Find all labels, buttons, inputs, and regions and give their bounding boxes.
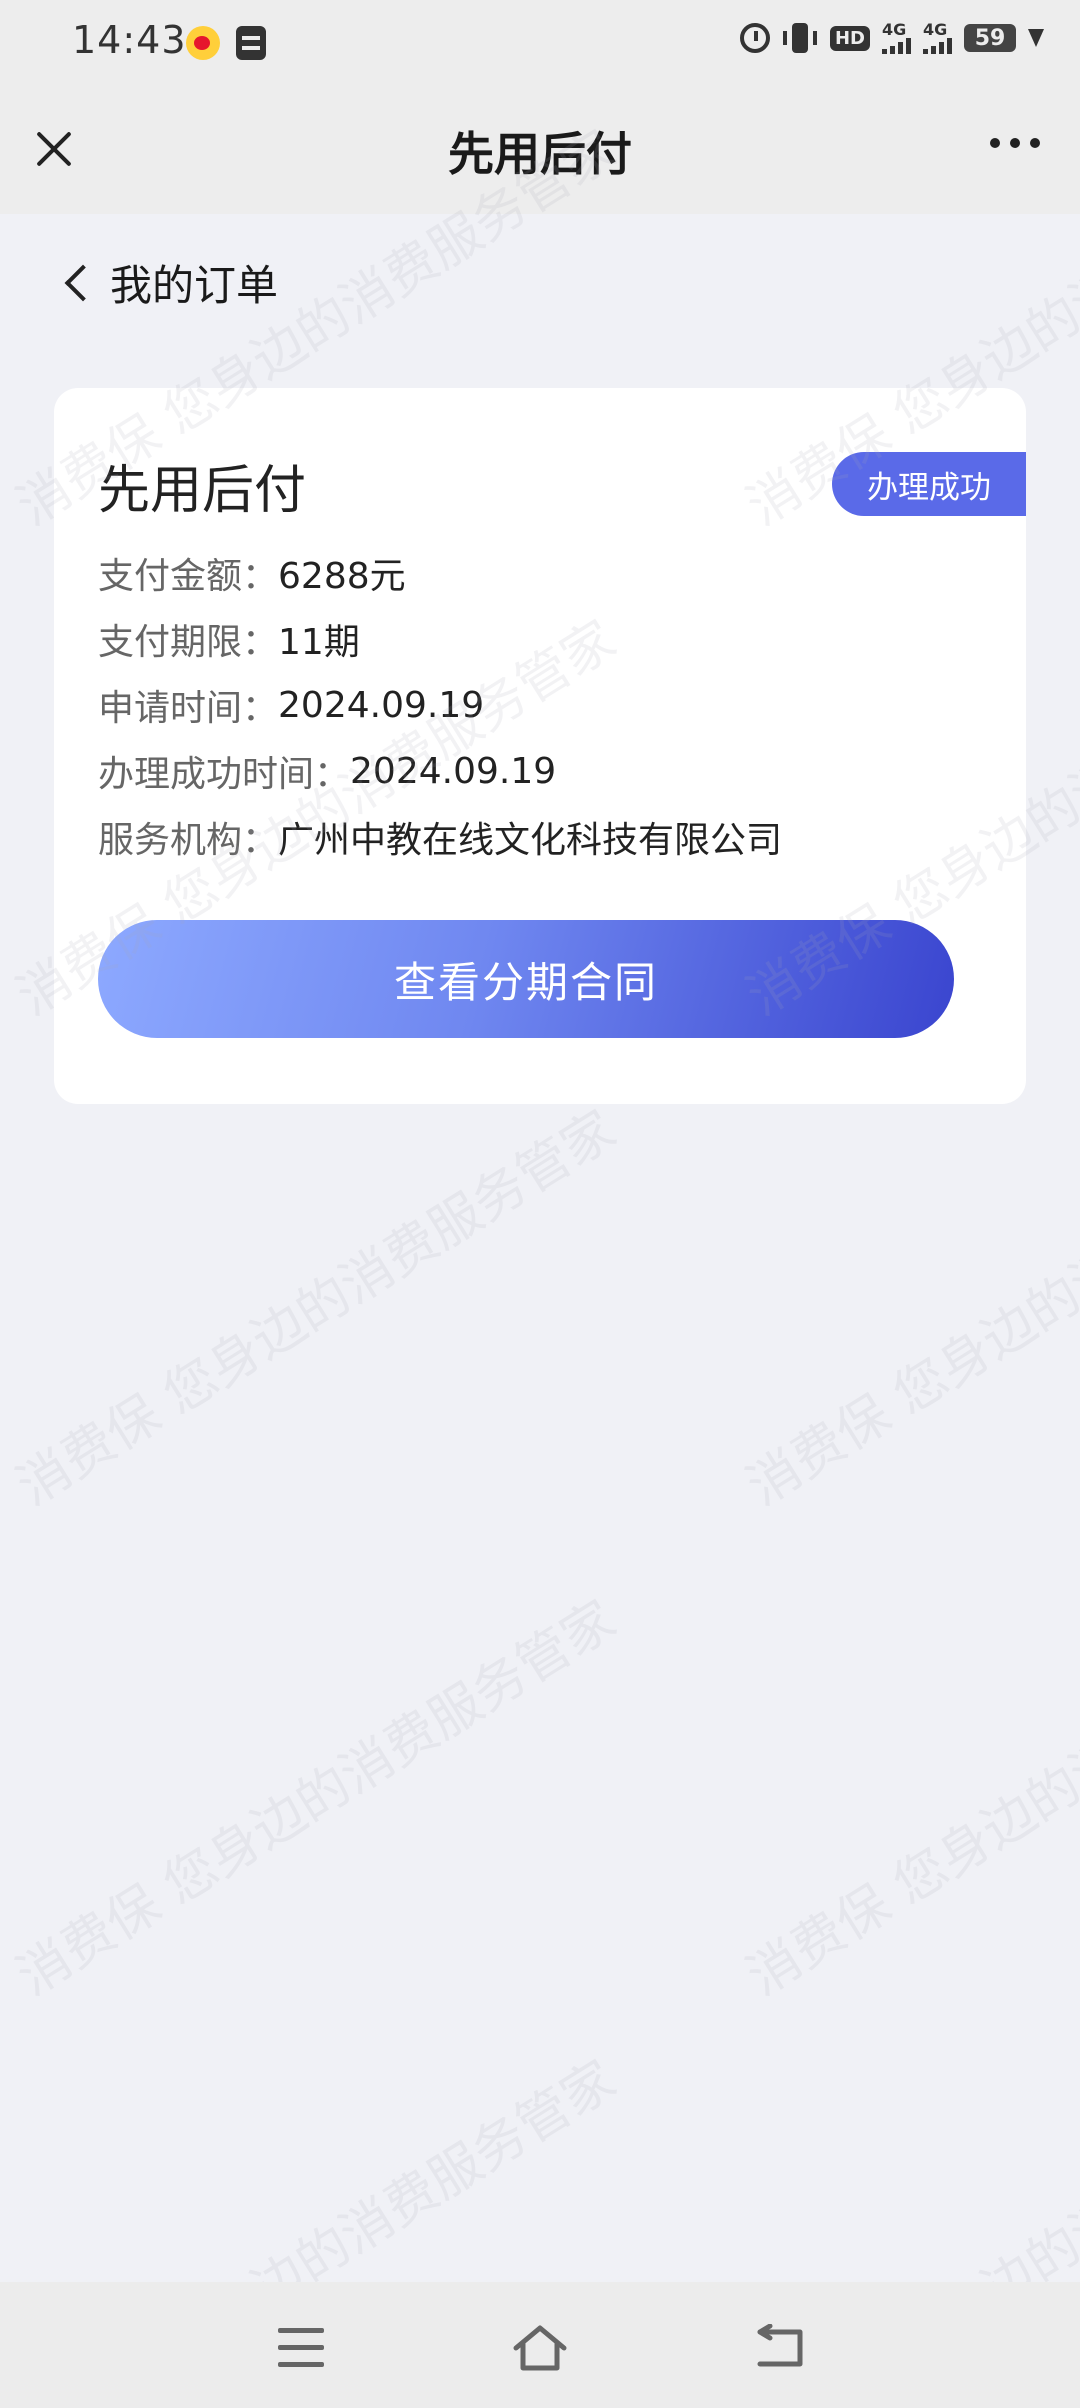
vibrate-icon [782,23,817,53]
recent-apps-menu-icon[interactable] [278,2328,324,2368]
sim-card-icon [236,26,266,60]
info-row-success-time: 办理成功时间： 2024.09.19 [98,738,782,804]
home-icon[interactable] [512,2322,568,2374]
info-value: 2024.09.19 [278,684,485,726]
status-right-icons: HD 4G 4G 59 [739,22,1044,54]
alarm-icon [739,23,770,53]
status-time: 14:43 [72,18,187,62]
signal-icon-2: 4G [923,22,952,54]
info-label: 支付金额： [98,556,279,597]
info-row-apply-time: 申请时间： 2024.09.19 [98,672,782,738]
info-row-term: 支付期限： 11期 [98,606,782,672]
info-value: 2024.09.19 [350,750,557,792]
system-nav-bar [0,2282,1080,2408]
chevron-left-icon [64,264,102,301]
watermark: 消费保 您身边的消费服务管家 消费保 您身边的消费服务管家 消费保 您身边的消费… [0,0,1080,2408]
info-label: 申请时间： [98,688,279,729]
charging-icon [1028,29,1044,47]
card-title: 先用后付 [98,461,307,521]
status-notification-icons [186,26,266,60]
network-type-1: 4G [882,20,907,39]
back-icon[interactable] [754,2324,808,2370]
info-label: 办理成功时间： [98,754,351,795]
info-label: 服务机构： [98,820,279,861]
header-bar: 先用后付 [0,88,1080,214]
watermark-text: 消费保 您身边的消费服务管家 [737,1099,1080,1518]
back-to-orders-link[interactable]: 我的订单 [62,252,278,313]
network-type-2: 4G [923,20,948,39]
info-row-provider: 服务机构： 广州中教在线文化科技有限公司 [98,804,782,870]
order-card: 先用后付 办理成功 支付金额： 6288元 支付期限： 11期 申请时间： 20… [54,388,1026,1104]
info-value: 广州中教在线文化科技有限公司 [278,820,783,861]
weibo-icon [186,26,220,60]
view-contract-button[interactable]: 查看分期合同 [98,920,954,1038]
signal-icon-1: 4G [882,22,911,54]
order-info-list: 支付金额： 6288元 支付期限： 11期 申请时间： 2024.09.19 办… [98,540,782,870]
back-label: 我的订单 [110,261,279,310]
info-label: 支付期限： [98,622,279,663]
status-badge: 办理成功 [832,452,1026,516]
status-bar: 14:43 HD 4G 4G 59 [0,0,1080,88]
info-row-amount: 支付金额： 6288元 [98,540,782,606]
watermark-text: 消费保 您身边的消费服务管家 [7,1099,627,1518]
info-value: 11期 [278,622,360,663]
watermark-text: 消费保 您身边的消费服务管家 [737,1589,1080,2008]
watermark-text: 消费保 您身边的消费服务管家 [7,1589,627,2008]
more-options-icon[interactable] [990,138,1040,148]
info-value: 6288元 [278,556,406,597]
screen: 14:43 HD 4G 4G 59 先用后付 我的订单 先用后付 办理成功 支付… [0,0,1080,2408]
hd-icon: HD [829,25,870,51]
page-title: 先用后付 [448,127,632,181]
battery-icon: 59 [964,24,1016,52]
